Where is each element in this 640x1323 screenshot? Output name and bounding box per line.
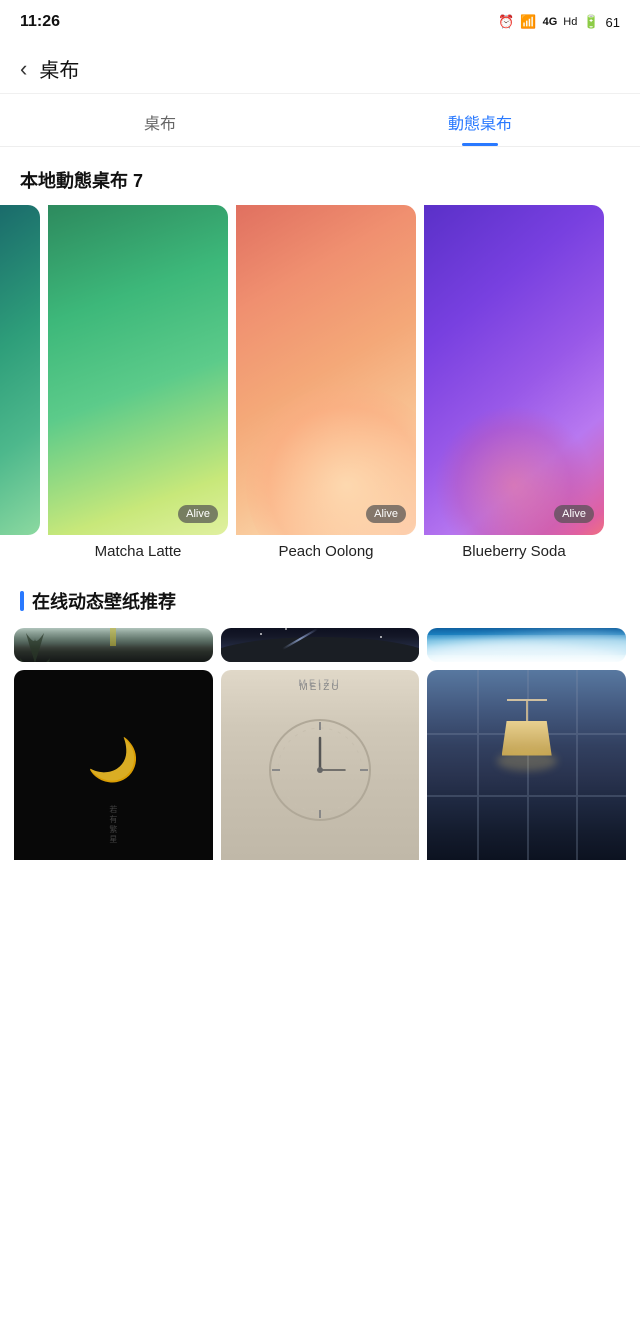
status-bar: 11:26 ⏰ 📶 4G Hd 🔋 61 [0,0,640,44]
local-wallpapers-scroll[interactable]: Alive Matcha Latte Alive Peach Oolong Al… [0,205,640,568]
battery-level: 61 [606,15,620,30]
page-title: 桌布 [39,54,79,83]
wallpaper-label-matcha: Matcha Latte [48,543,228,560]
wallpaper-item-matcha[interactable]: Alive Matcha Latte [48,205,228,560]
wallpaper-item-peach[interactable]: Alive Peach Oolong [236,205,416,560]
wallpaper-item-first[interactable] [0,205,40,560]
status-icons: ⏰ 📶 4G Hd 🔋 61 [498,14,620,30]
tab-dynamic[interactable]: 動態桌布 [320,94,640,146]
online-card-lamp[interactable] [427,670,626,874]
online-wallpapers-grid: 路遥 幸有繁星 OS10 呼吸特效壁... 🌙 若有繁星 [0,628,640,874]
alive-badge-blueberry: Alive [554,505,594,523]
signal-icon: 📶 [520,14,536,30]
online-card-clock[interactable]: MEIZU [221,670,420,874]
hd-icon: 4G [543,16,558,28]
tab-static[interactable]: 桌布 [0,94,320,146]
alive-badge-peach: Alive [366,505,406,523]
header: ‹ 桌布 [0,44,640,94]
battery-icon: 🔋 [583,14,599,30]
wallpaper-item-blueberry[interactable]: Alive Blueberry Soda [424,205,604,560]
back-button[interactable]: ‹ [20,58,27,80]
online-card-ocean[interactable]: OS10 呼吸特效壁... [427,628,626,662]
wallpaper-label-blueberry: Blueberry Soda [424,543,604,560]
wallpaper-label-peach: Peach Oolong [236,543,416,560]
status-time: 11:26 [20,13,60,31]
alive-badge-matcha: Alive [178,505,218,523]
online-section-header: 在线动态壁纸推荐 [0,568,640,628]
online-card-stars[interactable]: 幸有繁星 [221,628,420,662]
online-label-clock [221,860,420,874]
online-label-lamp [427,860,626,874]
online-label-moon [14,860,213,874]
alarm-icon: ⏰ [498,14,514,30]
extra-icon: Hd [563,16,577,28]
local-section-header: 本地動態桌布 7 [0,147,640,205]
online-card-moon[interactable]: 🌙 若有繁星 [14,670,213,874]
online-card-road[interactable]: 路遥 [14,628,213,662]
tab-bar: 桌布 動態桌布 [0,94,640,147]
